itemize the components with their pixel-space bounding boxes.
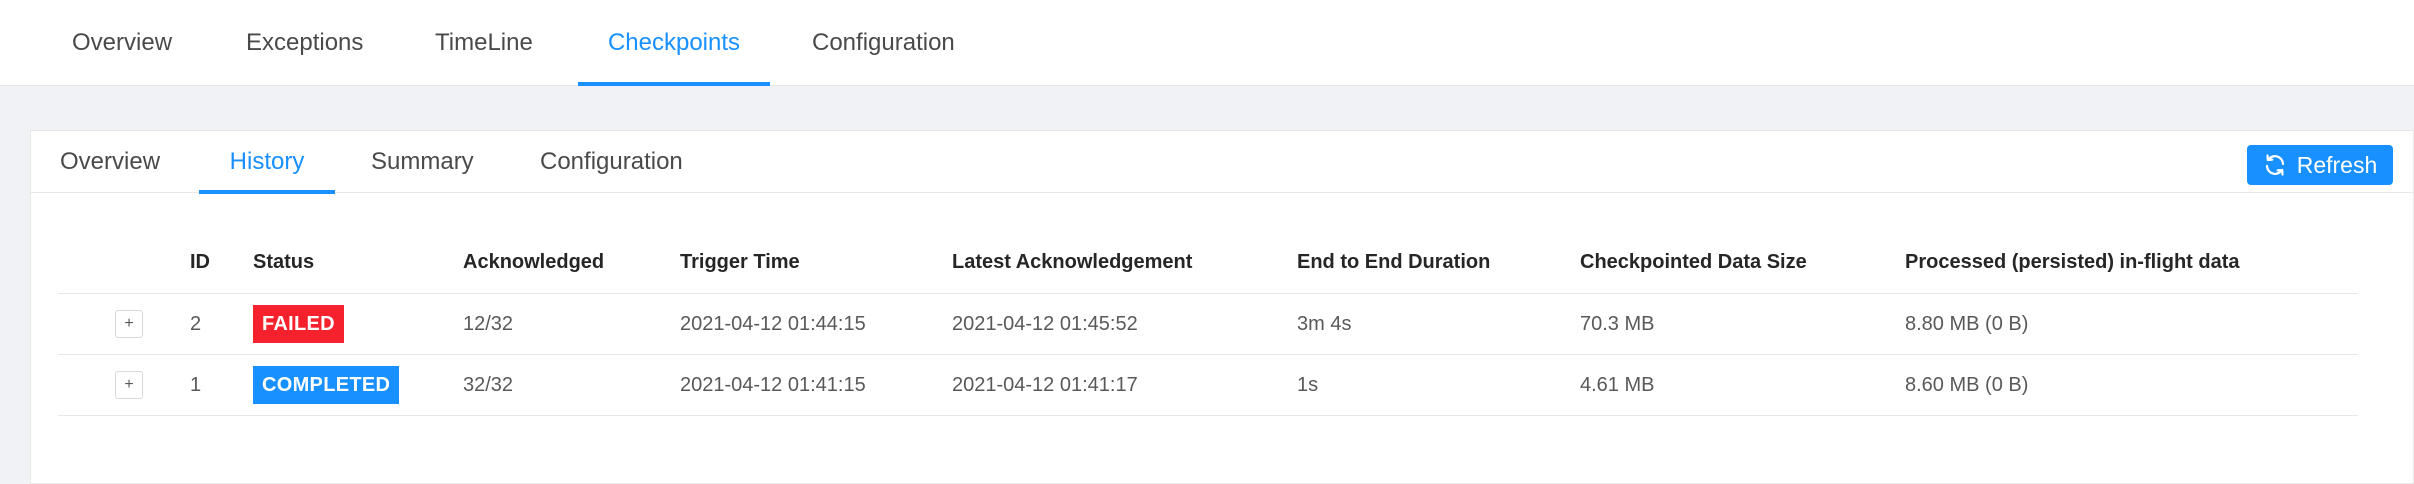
subtab-history[interactable]: History xyxy=(199,131,335,194)
table-header-row: ID Status Acknowledged Trigger Time Late… xyxy=(58,232,2358,294)
tab-exceptions[interactable]: Exceptions xyxy=(246,0,363,86)
cell-latest-ack: 2021-04-12 01:45:52 xyxy=(952,312,1138,335)
subtab-configuration[interactable]: Configuration xyxy=(540,131,683,193)
subtab-label: Summary xyxy=(371,148,474,175)
cell-acknowledged: 12/32 xyxy=(463,312,514,335)
column-header-id: ID xyxy=(190,251,210,273)
tab-label: Configuration xyxy=(812,29,955,56)
subtab-label: History xyxy=(229,148,305,175)
subtab-label: Overview xyxy=(60,148,161,175)
status-badge: FAILED xyxy=(253,305,344,343)
column-header-latest-ack: Latest Acknowledgement xyxy=(952,251,1193,273)
tab-label: Exceptions xyxy=(246,29,364,56)
tab-label: TimeLine xyxy=(435,29,533,56)
cell-id: 1 xyxy=(190,373,202,396)
cell-data-size: 70.3 MB xyxy=(1580,312,1655,335)
tab-timeline[interactable]: TimeLine xyxy=(435,0,533,86)
active-tab-indicator xyxy=(578,82,770,86)
cell-latest-ack: 2021-04-12 01:41:17 xyxy=(952,373,1138,396)
cell-trigger-time: 2021-04-12 01:41:15 xyxy=(680,373,866,396)
refresh-icon xyxy=(2265,154,2284,176)
tab-label: Overview xyxy=(72,29,173,56)
cell-id: 2 xyxy=(190,312,202,335)
cell-data-size: 4.61 MB xyxy=(1580,373,1655,396)
table-row[interactable]: + 2 FAILED 12/32 2021-04-12 01:44:15 202… xyxy=(58,294,2358,355)
cell-acknowledged: 32/32 xyxy=(463,373,514,396)
subtab-overview[interactable]: Overview xyxy=(60,131,160,193)
column-header-status: Status xyxy=(253,251,315,273)
cell-trigger-time: 2021-04-12 01:44:15 xyxy=(680,312,866,335)
refresh-label: Refresh xyxy=(2296,151,2378,178)
subtab-summary[interactable]: Summary xyxy=(371,131,474,193)
table-row[interactable]: + 1 COMPLETED 32/32 2021-04-12 01:41:15 … xyxy=(58,355,2358,416)
cell-inflight: 8.80 MB (0 B) xyxy=(1905,312,2029,335)
refresh-button[interactable]: Refresh xyxy=(2247,145,2393,185)
cell-duration: 1s xyxy=(1297,373,1319,396)
column-header-acknowledged: Acknowledged xyxy=(463,251,605,273)
tab-label: Checkpoints xyxy=(607,29,741,56)
expand-row-button[interactable]: + xyxy=(115,371,143,399)
cell-duration: 3m 4s xyxy=(1297,312,1352,335)
expand-row-button[interactable]: + xyxy=(115,310,143,338)
tab-configuration[interactable]: Configuration xyxy=(812,0,955,86)
subtab-label: Configuration xyxy=(540,148,683,175)
cell-inflight: 8.60 MB (0 B) xyxy=(1905,373,2029,396)
tab-checkpoints[interactable]: Checkpoints xyxy=(578,0,770,86)
column-header-inflight: Processed (persisted) in-flight data xyxy=(1905,251,2240,273)
inner-tab-bar: Overview History Summary Configuration R… xyxy=(31,131,2413,194)
active-subtab-indicator xyxy=(199,190,335,194)
column-header-duration: End to End Duration xyxy=(1297,251,1491,273)
column-header-data-size: Checkpointed Data Size xyxy=(1580,251,1807,273)
status-badge: COMPLETED xyxy=(253,366,400,404)
tab-overview[interactable]: Overview xyxy=(72,0,172,86)
top-tab-bar: Overview Exceptions TimeLine Checkpoints… xyxy=(0,0,2414,86)
column-header-trigger-time: Trigger Time xyxy=(680,251,800,273)
